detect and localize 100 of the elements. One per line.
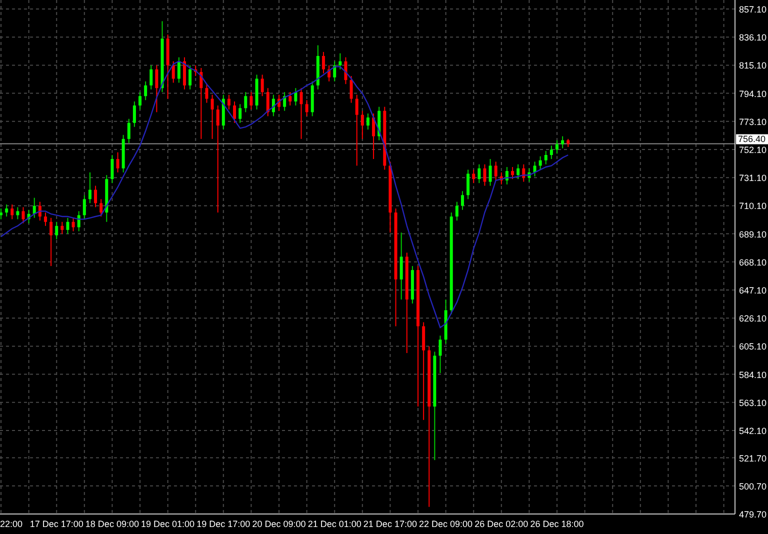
candle — [72, 217, 75, 232]
candle — [483, 164, 486, 186]
price-axis-label: 857.10 — [739, 4, 767, 14]
candle — [383, 106, 386, 170]
candle — [505, 166, 508, 185]
candle — [205, 84, 208, 104]
price-axis-label: 668.10 — [739, 257, 767, 268]
price-axis-label: 584.10 — [739, 370, 767, 380]
candle — [500, 172, 503, 185]
candle — [544, 150, 548, 165]
candle — [94, 185, 98, 208]
candle — [344, 56, 348, 85]
candle — [528, 168, 531, 182]
candle — [155, 64, 158, 113]
candle — [250, 92, 253, 110]
candle — [100, 198, 103, 218]
candle — [460, 190, 464, 210]
candle — [522, 164, 526, 182]
candle — [288, 92, 292, 106]
time-axis-label: 21 Dec 17:00 — [363, 519, 417, 529]
candle — [210, 94, 214, 140]
candle — [366, 113, 370, 130]
time-axis-label: 26 Dec 18:00 — [530, 519, 584, 529]
candle — [455, 201, 458, 222]
candle — [550, 145, 553, 160]
price-axis-label: 710.10 — [739, 201, 767, 212]
time-axis-label: 26 Dec 02:00 — [474, 519, 528, 529]
candle — [27, 209, 30, 224]
candle — [188, 64, 192, 90]
candle — [310, 80, 314, 117]
candle — [122, 134, 125, 173]
candle — [238, 104, 242, 124]
price-axis-label: 836.10 — [739, 32, 767, 43]
candle — [272, 94, 275, 117]
candle — [533, 161, 536, 177]
candle — [350, 76, 353, 104]
candle — [127, 118, 130, 144]
candle — [5, 204, 8, 218]
price-axis-label: 731.10 — [739, 173, 767, 184]
candle — [328, 64, 331, 82]
candle — [177, 56, 180, 84]
candle — [55, 221, 58, 240]
candle — [561, 136, 564, 149]
candle — [110, 154, 114, 184]
price-axis-label: 542.10 — [739, 426, 767, 436]
price-axis-label: 605.10 — [739, 342, 767, 352]
candle — [144, 80, 148, 101]
time-axis-label: 17 Dec 17:00 — [30, 519, 84, 529]
candle — [244, 92, 248, 113]
candle — [410, 266, 414, 304]
candle — [255, 74, 258, 110]
candle — [38, 201, 42, 222]
candle — [438, 335, 442, 374]
price-axis-label: 794.10 — [739, 88, 767, 99]
candle — [338, 52, 342, 70]
candle — [488, 158, 492, 186]
candle — [260, 74, 264, 97]
candle — [105, 174, 108, 222]
candle — [138, 92, 142, 110]
price-axis-label: 752.10 — [739, 145, 767, 155]
candle — [360, 110, 364, 140]
candle — [50, 217, 53, 267]
price-axis-label: 479.70 — [739, 510, 767, 520]
candle — [283, 92, 286, 112]
time-axis-label: 21 Dec 01:00 — [308, 519, 362, 529]
candle — [82, 194, 86, 220]
time-axis-label: 19 Dec 01:00 — [141, 519, 195, 529]
candle — [472, 169, 476, 184]
price-axis-label: 815.10 — [739, 60, 767, 71]
candle — [378, 106, 381, 141]
candle — [372, 113, 376, 160]
candle — [0, 208, 2, 220]
candle — [400, 232, 403, 300]
current-price-label: 756.40 — [736, 134, 768, 144]
candle — [278, 94, 280, 112]
candle — [294, 88, 298, 106]
time-axis-label: 22 Dec 09:00 — [419, 519, 473, 529]
price-axis-label: 563.10 — [739, 398, 767, 408]
candle — [478, 164, 481, 184]
price-axis-label: 521.70 — [739, 453, 767, 464]
candle — [556, 140, 558, 154]
candle — [444, 299, 448, 344]
candle — [222, 94, 225, 130]
candle — [132, 100, 136, 128]
candle — [10, 204, 14, 220]
candle — [511, 166, 514, 180]
candle — [494, 161, 498, 181]
price-axis-label: 626.10 — [739, 314, 767, 324]
candle — [566, 138, 570, 148]
candle — [44, 212, 47, 226]
candle — [200, 68, 203, 140]
candle — [77, 210, 80, 232]
price-axis-label: 647.10 — [739, 286, 767, 296]
candle — [516, 164, 520, 180]
candle — [266, 88, 270, 117]
price-axis-label: 773.10 — [739, 116, 767, 127]
candle — [322, 51, 325, 74]
time-axis-label: 19 Dec 17:00 — [196, 519, 250, 529]
candle — [300, 88, 303, 140]
candle — [32, 197, 36, 218]
